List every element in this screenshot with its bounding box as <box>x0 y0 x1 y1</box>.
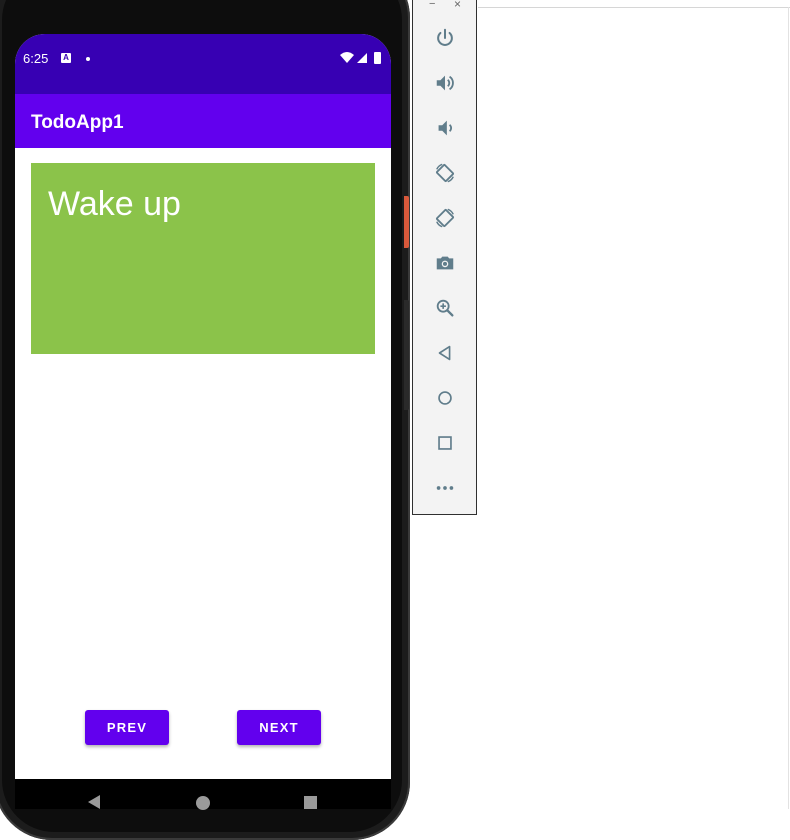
zoom-icon <box>436 299 454 317</box>
rotate-left-button[interactable] <box>433 161 457 185</box>
status-icons <box>340 52 381 64</box>
phone-screen: 6:25 A TodoApp1 Wake up PREV NEXT <box>15 34 391 779</box>
volume-up-button[interactable] <box>433 71 457 95</box>
todo-card[interactable]: Wake up <box>31 163 375 354</box>
screenshot-button[interactable] <box>433 251 457 275</box>
status-time: 6:25 <box>23 51 49 66</box>
emulator-toolbar: − × <box>412 0 477 515</box>
volume-down-icon <box>438 120 452 136</box>
volume-up-icon <box>436 75 454 91</box>
next-button[interactable]: NEXT <box>237 710 321 745</box>
rotate-right-button[interactable] <box>433 206 457 230</box>
app-bar: TodoApp1 <box>15 94 391 148</box>
notification-dot-icon <box>86 57 90 61</box>
prev-button[interactable]: PREV <box>85 710 169 745</box>
home-button[interactable] <box>433 386 457 410</box>
camera-icon <box>436 256 454 270</box>
back-icon <box>438 345 451 361</box>
desktop-edge <box>788 7 789 809</box>
desktop-divider <box>478 7 790 8</box>
more-icon <box>436 486 454 490</box>
zoom-button[interactable] <box>433 296 457 320</box>
close-icon[interactable]: × <box>454 0 461 10</box>
battery-icon <box>374 52 381 64</box>
status-bar: 6:25 A <box>15 34 391 94</box>
volume-down-button[interactable] <box>433 116 457 140</box>
recents-icon[interactable] <box>304 796 317 809</box>
more-button[interactable] <box>433 476 457 500</box>
volume-side-button[interactable] <box>404 300 409 410</box>
power-icon <box>437 28 453 46</box>
app-title: TodoApp1 <box>31 112 124 133</box>
back-icon[interactable] <box>88 795 100 809</box>
back-button[interactable] <box>433 341 457 365</box>
wifi-icon <box>340 52 354 63</box>
power-button[interactable] <box>433 26 457 50</box>
overview-button[interactable] <box>433 431 457 455</box>
todo-text: Wake up <box>48 185 181 223</box>
rotate-left-icon <box>436 163 454 183</box>
notification-a-icon: A <box>61 53 71 63</box>
home-icon[interactable] <box>196 796 210 810</box>
home-icon <box>438 391 452 405</box>
minimize-icon[interactable]: − <box>429 0 435 10</box>
overview-icon <box>438 436 452 450</box>
rotate-right-icon <box>436 208 454 228</box>
navigation-bar <box>15 779 391 810</box>
signal-icon <box>357 53 367 63</box>
power-side-button[interactable] <box>404 196 409 248</box>
